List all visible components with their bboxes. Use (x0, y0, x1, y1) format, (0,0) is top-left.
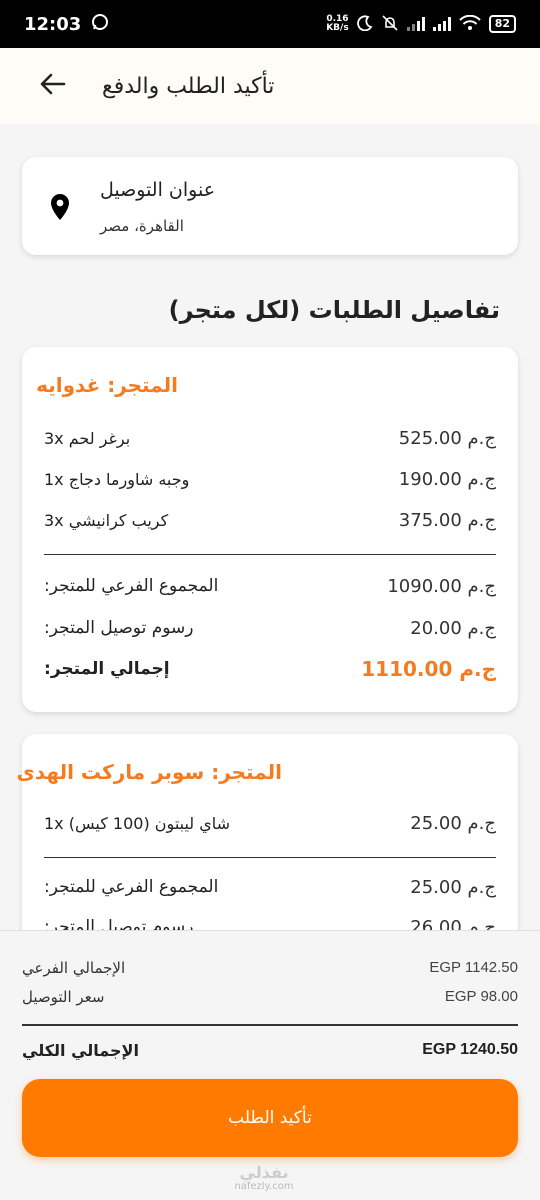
wifi-icon (458, 14, 481, 34)
store-subtotal-value: ج.م 1090.00 (387, 575, 496, 597)
order-item-row: ج.م 25.00 1x شاي ليبتون (100 كيس) (44, 808, 496, 838)
store-card: المتجر: غدوايه ج.م 525.00 3x برغر لحم ج.… (22, 347, 518, 712)
item-qty: 1x (44, 813, 64, 833)
page-title: تأكيد الطلب والدفع (102, 73, 275, 99)
store-subtotal-label: :المجموع الفرعي للمتجر (44, 877, 219, 897)
status-bar: 12:03 0.16 KB/s 82 (0, 0, 540, 48)
item-qty: 3x (44, 510, 64, 530)
divider (44, 857, 496, 858)
store-total-value: ج.م 1110.00 (361, 657, 496, 681)
watermark-logo: نفذلي (239, 1163, 289, 1182)
arrow-left-icon[interactable] (40, 71, 74, 101)
item-qty: 1x (44, 469, 64, 489)
item-name: 1x شاي ليبتون (100 كيس) (44, 813, 231, 833)
store-card: المتجر: سوبر ماركت الهدى ج.م 25.00 1x شا… (17, 734, 518, 931)
summary-delivery-row: سعر التوصيل EGP 98.00 (22, 988, 518, 1012)
summary-subtotal-value: EGP 1142.50 (429, 959, 518, 976)
order-summary: الإجمالي الفرعي EGP 1142.50 سعر التوصيل … (0, 930, 540, 1200)
item-price: ج.م 190.00 (398, 468, 496, 490)
store-delivery-row: ج.م 26.00 :رسوم توصيل المتجر (44, 912, 496, 931)
confirm-order-button[interactable]: تأكيد الطلب (22, 1079, 518, 1157)
item-name: 3x كريب كرانيشي (44, 510, 169, 530)
address-card[interactable]: عنوان التوصيل القاهرة، مصر (22, 157, 518, 255)
store-subtotal-row: ج.م 25.00 :المجموع الفرعي للمتجر (44, 872, 496, 902)
store-delivery-value: ج.م 26.00 (410, 916, 496, 931)
whatsapp-icon (91, 13, 109, 35)
signal-icon-1 (406, 17, 425, 31)
content-scroll[interactable]: عنوان التوصيل القاهرة، مصر تفاصيل الطلبا… (0, 124, 540, 930)
divider (44, 554, 496, 555)
item-name: 1x وجبه شاورما دجاج (44, 469, 190, 489)
address-title: عنوان التوصيل (100, 179, 216, 201)
order-item-row: ج.م 525.00 3x برغر لحم (44, 423, 496, 453)
store-delivery-label: :رسوم توصيل المتجر (44, 618, 194, 638)
summary-grand-total-row: الإجمالي الكلي EGP 1240.50 (22, 1041, 518, 1065)
order-item-row: ج.م 190.00 1x وجبه شاورما دجاج (44, 464, 496, 494)
bell-muted-icon (381, 14, 399, 35)
store-name: المتجر: غدوايه (36, 373, 178, 397)
item-price: ج.م 25.00 (410, 812, 496, 834)
orders-section-title: تفاصيل الطلبات (لكل متجر) (168, 296, 500, 324)
summary-delivery-value: EGP 98.00 (444, 988, 518, 1005)
store-delivery-value: ج.م 20.00 (410, 617, 496, 639)
summary-subtotal-label: الإجمالي الفرعي (22, 959, 126, 977)
item-price: ج.م 375.00 (398, 509, 496, 531)
grand-total-value: EGP 1240.50 (422, 1041, 518, 1058)
grand-total-label: الإجمالي الكلي (22, 1041, 139, 1060)
store-subtotal-value: ج.م 25.00 (410, 876, 496, 898)
store-delivery-row: ج.م 20.00 :رسوم توصيل المتجر (44, 613, 496, 643)
store-total-label: :إجمالي المتجر (44, 659, 170, 679)
watermark: نفذلي nafezly.com (224, 1163, 304, 1193)
store-total-row: ج.م 1110.00 :إجمالي المتجر (44, 654, 496, 684)
item-price: ج.م 525.00 (398, 427, 496, 449)
signal-icon-2 (432, 17, 451, 31)
item-qty: 3x (44, 428, 64, 448)
battery-indicator: 82 (488, 15, 516, 33)
network-speed: 0.16 KB/s (326, 14, 349, 33)
summary-divider (22, 1024, 518, 1026)
order-item-row: ج.م 375.00 3x كريب كرانيشي (44, 505, 496, 535)
store-name: المتجر: سوبر ماركت الهدى (16, 760, 283, 784)
item-name: 3x برغر لحم (44, 428, 131, 448)
store-subtotal-label: :المجموع الفرعي للمتجر (44, 576, 219, 596)
address-value: القاهرة، مصر (100, 217, 184, 235)
watermark-url: nafezly.com (234, 1181, 294, 1192)
store-subtotal-row: ج.م 1090.00 :المجموع الفرعي للمتجر (44, 571, 496, 601)
app-bar: تأكيد الطلب والدفع (0, 48, 540, 124)
moon-icon (356, 15, 373, 34)
status-time: 12:03 (24, 13, 82, 35)
store-delivery-label: :رسوم توصيل المتجر (44, 917, 194, 930)
location-pin-icon (49, 193, 71, 225)
summary-subtotal-row: الإجمالي الفرعي EGP 1142.50 (22, 959, 518, 983)
summary-delivery-label: سعر التوصيل (22, 988, 105, 1006)
